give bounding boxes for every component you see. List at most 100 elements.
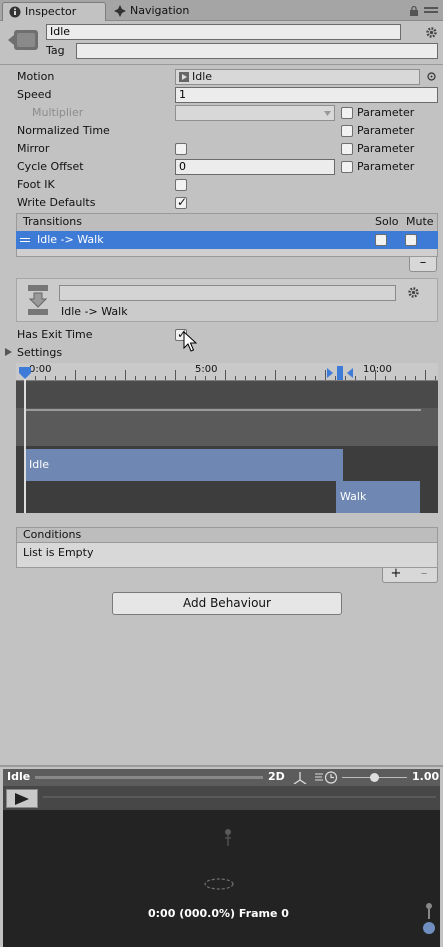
ruler-tick [375, 370, 376, 380]
write-defaults-checkbox[interactable]: ✓ [175, 195, 188, 209]
preview-toolbar: Idle 2D 1.00 [3, 769, 440, 786]
speed-field[interactable]: 1 [175, 87, 438, 103]
cycle-offset-label: Cycle Offset [17, 160, 84, 173]
ruler-tick [135, 376, 136, 380]
mute-header: Mute [406, 215, 434, 228]
ruler-tick [275, 370, 276, 380]
play-button[interactable] [6, 789, 38, 808]
solo-header: Solo [375, 215, 399, 228]
checkmark-icon: ✓ [177, 195, 188, 209]
conditions-header: Conditions [16, 527, 438, 542]
transition-name-field[interactable] [59, 285, 396, 301]
preview-viewport[interactable]: 0:00 (000.0%) Frame 0 [3, 810, 440, 947]
ruler-tick [305, 376, 306, 380]
preview-status: 0:00 (000.0%) Frame 0 [148, 907, 289, 920]
ruler-tick [115, 376, 116, 380]
conditions-add-remove: + – [382, 567, 438, 583]
tab-navigation-label: Navigation [130, 4, 190, 17]
mirror-parameter-checkbox[interactable] [341, 143, 353, 155]
has-exit-time-label: Has Exit Time [17, 328, 93, 341]
preview-controls [3, 786, 440, 810]
playhead-marker-icon[interactable] [19, 367, 31, 379]
multiplier-dropdown[interactable] [175, 105, 335, 121]
cycle-offset-parameter-label: Parameter [357, 160, 415, 173]
transition-row[interactable]: Idle -> Walk [16, 231, 438, 249]
transition-row-label: Idle -> Walk [37, 233, 104, 246]
transitions-list: Transitions Solo Mute Idle -> Walk – [16, 213, 438, 272]
solo-checkbox[interactable] [375, 234, 387, 246]
conditions-list: Conditions List is Empty + – [16, 527, 438, 583]
menu-icon[interactable] [424, 7, 438, 15]
mouse-cursor-icon [183, 331, 197, 352]
clip-walk[interactable]: Walk [336, 481, 420, 513]
tab-inspector[interactable]: Inspector [2, 2, 106, 21]
ruler-tick [105, 376, 106, 380]
cycle-offset-field[interactable]: 0 [175, 159, 335, 175]
normalized-time-parameter-checkbox[interactable] [341, 125, 353, 137]
transition-gear-icon[interactable] [407, 286, 420, 299]
ruler-tick [155, 376, 156, 380]
transition-timeline[interactable]: 0:00 5:00 10:00 Idle Walk [16, 363, 438, 513]
pivot-icon[interactable] [293, 772, 307, 784]
motion-field[interactable]: Idle [175, 69, 420, 85]
speed-slider-thumb[interactable] [370, 773, 379, 782]
lock-icon[interactable] [410, 6, 418, 16]
settings-foldout[interactable]: Settings [17, 346, 62, 359]
preview-scrubber[interactable] [43, 796, 436, 798]
tick-label: 10:00 [363, 364, 392, 375]
ruler-tick [65, 376, 66, 380]
expand-arrow-icon[interactable] [5, 348, 12, 356]
mute-checkbox[interactable] [405, 234, 417, 246]
remove-transition-button[interactable]: – [409, 256, 437, 272]
preview-drag-handle[interactable] [35, 776, 263, 779]
ruler-tick [365, 376, 366, 380]
ruler-tick [315, 376, 316, 380]
ruler-tick [35, 376, 36, 380]
transition-subtitle: Idle -> Walk [61, 305, 128, 318]
ruler-tick [55, 376, 56, 380]
motion-value: Idle [192, 70, 213, 83]
multiplier-parameter-checkbox[interactable] [341, 107, 353, 119]
state-icon [8, 30, 38, 50]
ruler-tick [405, 376, 406, 380]
ruler-tick [75, 370, 76, 380]
ruler-tick [195, 376, 196, 380]
preview-2d-toggle[interactable]: 2D [268, 770, 285, 783]
ruler-tick [415, 376, 416, 380]
ruler-tick [265, 376, 266, 380]
ruler-tick [295, 376, 296, 380]
mirror-checkbox[interactable] [175, 143, 187, 155]
tab-navigation[interactable]: Navigation [108, 2, 212, 21]
ruler-tick [145, 376, 146, 380]
divider [0, 765, 443, 767]
add-condition-button[interactable]: + [384, 567, 408, 580]
add-behaviour-button[interactable]: Add Behaviour [112, 592, 342, 615]
drag-handle-icon[interactable] [20, 238, 30, 243]
foot-ik-label: Foot IK [17, 178, 55, 191]
clip-idle[interactable]: Idle [25, 449, 343, 481]
foot-ik-checkbox[interactable] [175, 179, 187, 191]
name-field[interactable]: Idle [46, 24, 401, 40]
tick-label: 5:00 [195, 364, 218, 375]
transition-range-handle-icon[interactable] [327, 366, 353, 380]
speed-icon[interactable] [315, 771, 339, 784]
cycle-offset-parameter-checkbox[interactable] [341, 161, 353, 173]
avatar-icon[interactable] [421, 902, 437, 936]
mirror-parameter-label: Parameter [357, 142, 415, 155]
ruler-tick [255, 376, 256, 380]
ruler-tick [215, 376, 216, 380]
ruler-tick [435, 376, 436, 380]
object-picker-icon[interactable] [427, 72, 436, 81]
ruler-tick [245, 376, 246, 380]
gear-icon[interactable] [425, 26, 438, 39]
navigation-icon [114, 5, 126, 17]
remove-condition-button[interactable]: – [412, 567, 436, 580]
speed-label: Speed [17, 88, 52, 101]
ruler-tick [425, 370, 426, 380]
clip-walk-label: Walk [340, 490, 367, 503]
info-icon [9, 6, 21, 18]
tag-field[interactable] [76, 43, 438, 59]
ruler-tick [175, 370, 176, 380]
transitions-header: Transitions Solo Mute [16, 213, 438, 231]
multiplier-label: Multiplier [32, 106, 84, 119]
